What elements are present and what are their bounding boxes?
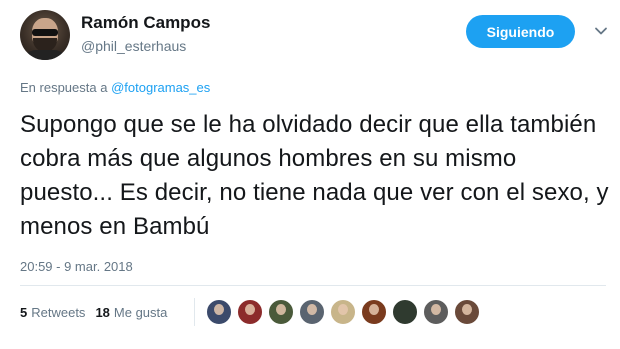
tweet-text: Supongo que se le ha olvidado decir que … xyxy=(20,111,609,240)
stats-separator xyxy=(194,298,195,326)
retweets-label: Retweets xyxy=(31,305,86,320)
liker-avatars xyxy=(206,299,485,325)
liker-avatar[interactable] xyxy=(268,299,294,325)
display-name[interactable]: Ramón Campos xyxy=(81,13,210,33)
avatar-glasses xyxy=(32,29,58,36)
retweets-count: 5 xyxy=(20,305,28,320)
reply-mention-link[interactable]: @fotogramas_es xyxy=(111,80,210,95)
liker-avatar[interactable] xyxy=(237,299,263,325)
liker-avatar[interactable] xyxy=(299,299,325,325)
liker-avatar[interactable] xyxy=(361,299,387,325)
avatar-shirt xyxy=(22,50,68,60)
following-button[interactable]: Siguiendo xyxy=(466,15,575,48)
liker-avatar[interactable] xyxy=(423,299,449,325)
likes-count: 18 xyxy=(95,305,110,320)
tweet-card: Ramón Campos @phil_esterhaus Siguiendo E… xyxy=(0,0,620,349)
reply-prefix: En respuesta a xyxy=(20,80,108,95)
likes-stat[interactable]: 18 Me gusta xyxy=(95,305,167,320)
avatar[interactable] xyxy=(20,10,70,60)
liker-avatar[interactable] xyxy=(392,299,418,325)
likes-label: Me gusta xyxy=(113,305,168,320)
username[interactable]: @phil_esterhaus xyxy=(81,38,186,54)
tweet-stats: 5 Retweets 18 Me gusta xyxy=(20,305,167,320)
retweets-stat[interactable]: 5 Retweets xyxy=(20,305,85,320)
chevron-down-icon[interactable] xyxy=(594,24,608,38)
tweet-timestamp[interactable]: 20:59 - 9 mar. 2018 xyxy=(20,259,133,274)
liker-avatar[interactable] xyxy=(454,299,480,325)
reply-context: En respuesta a @fotogramas_es xyxy=(20,80,210,95)
liker-avatar[interactable] xyxy=(206,299,232,325)
liker-avatar[interactable] xyxy=(330,299,356,325)
divider xyxy=(20,285,606,286)
